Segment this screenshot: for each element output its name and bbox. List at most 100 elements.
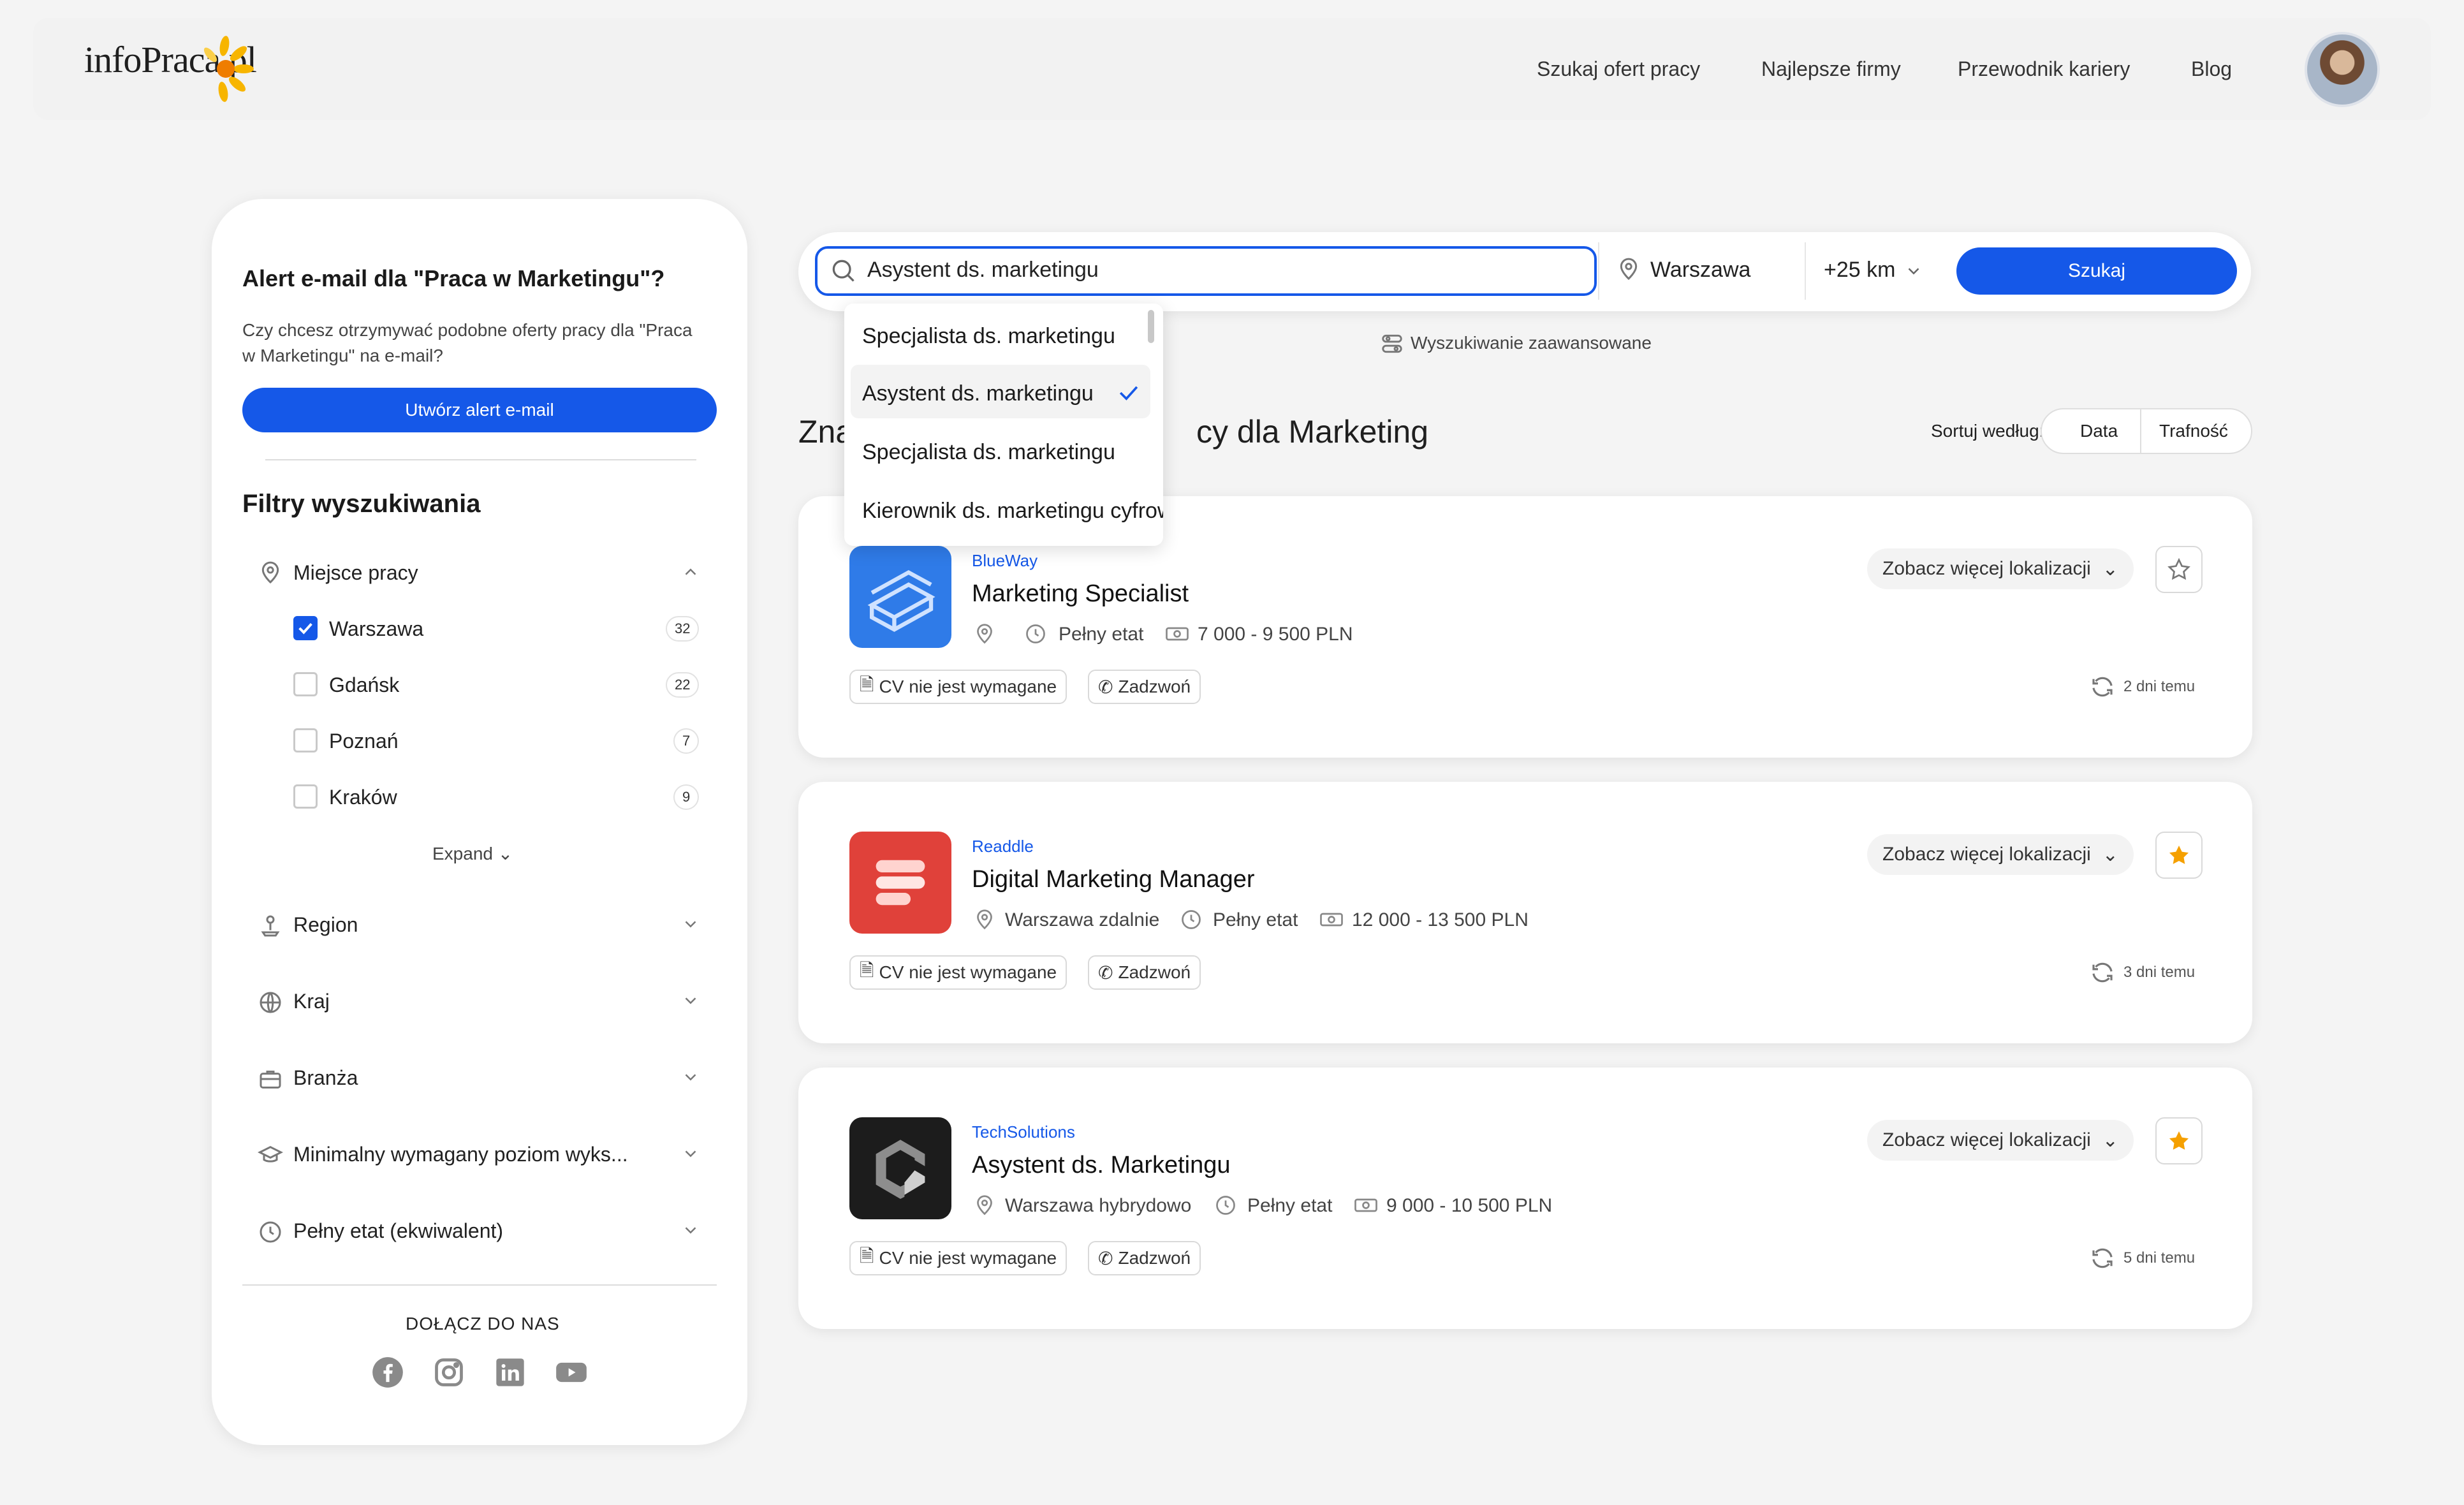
favorite-button[interactable] xyxy=(2155,1117,2203,1164)
tag-label: Zadzwoń xyxy=(1118,677,1191,696)
money-icon xyxy=(1166,627,1189,641)
tag-cv-not-required: 🗎 CV nie jest wymagane xyxy=(849,1241,1067,1275)
salary: 9 000 - 10 500 PLN xyxy=(1386,1195,1553,1216)
company-name[interactable]: TechSolutions xyxy=(972,1122,1075,1142)
expand-label: Expand xyxy=(432,844,493,863)
search-button[interactable]: Szukaj xyxy=(1956,247,2237,295)
checkbox-warszawa[interactable] xyxy=(293,616,318,640)
job-location: Warszawa hybrydowo xyxy=(1005,1195,1192,1216)
nav-blog[interactable]: Blog xyxy=(2191,57,2232,81)
chevron-down-icon: ⌄ xyxy=(2102,1129,2118,1151)
nav-best-companies[interactable]: Najlepsze firmy xyxy=(1761,57,1901,81)
youtube-icon[interactable] xyxy=(555,1356,588,1389)
tag-label: CV nie jest wymagane xyxy=(879,962,1057,982)
job-title[interactable]: Marketing Specialist xyxy=(972,580,1189,608)
suggestion-item[interactable]: Specjalista ds. marketingu xyxy=(862,324,1115,349)
star-filled-icon xyxy=(2169,846,2189,864)
create-alert-button[interactable]: Utwórz alert e-mail xyxy=(242,388,717,432)
sort-relevance-button[interactable]: Trafność xyxy=(2159,421,2228,441)
count-badge: 9 xyxy=(673,784,700,810)
suggestion-item-selected[interactable]: Asystent ds. marketingu xyxy=(862,381,1094,406)
tag-cv-not-required: 🗎 CV nie jest wymagane xyxy=(849,955,1067,990)
posted-time-label: 3 dni temu xyxy=(2123,964,2196,981)
checkbox-gdansk[interactable] xyxy=(293,672,318,696)
search-query[interactable]: Asystent ds. marketingu xyxy=(867,258,1099,283)
radius-select[interactable]: +25 km xyxy=(1824,258,1895,283)
filter-industry-label[interactable]: Branża xyxy=(293,1066,358,1090)
suggestion-item[interactable]: Specjalista ds. marketingu xyxy=(862,440,1115,465)
advanced-filter-icon xyxy=(1382,334,1402,353)
divider xyxy=(265,459,696,460)
scrollbar[interactable] xyxy=(1148,310,1154,343)
chevron-down-icon[interactable] xyxy=(681,914,700,934)
more-locations-button[interactable]: Zobacz więcej lokalizacji ⌄ xyxy=(1867,548,2134,589)
filter-worktime-label[interactable]: Pełny etat (ekwiwalent) xyxy=(293,1219,503,1243)
company-name[interactable]: Readdle xyxy=(972,837,1034,856)
city-label: Gdańsk xyxy=(329,673,400,696)
clock-icon xyxy=(260,1221,281,1243)
document-icon: 🗎 xyxy=(860,1246,874,1266)
divider xyxy=(2140,409,2141,453)
posted-time: 5 dni temu xyxy=(2089,1245,2195,1272)
tag-label: Zadzwoń xyxy=(1118,962,1191,982)
company-name[interactable]: BlueWay xyxy=(972,551,1038,571)
nav-search-jobs[interactable]: Szukaj ofert pracy xyxy=(1537,57,1700,81)
chevron-down-icon[interactable] xyxy=(681,1068,700,1087)
favorite-button[interactable] xyxy=(2155,546,2203,593)
chevron-up-icon[interactable] xyxy=(681,562,700,582)
more-locations-button[interactable]: Zobacz więcej lokalizacji ⌄ xyxy=(1867,834,2134,875)
refresh-icon xyxy=(2092,1248,2113,1268)
more-locations-label: Zobacz więcej lokalizacji xyxy=(1882,844,2091,865)
linkedin-icon[interactable] xyxy=(494,1356,527,1389)
filter-location-label[interactable]: Miejsce pracy xyxy=(293,561,418,585)
location-input[interactable]: Warszawa xyxy=(1650,258,1750,283)
checkbox-krakow[interactable] xyxy=(293,784,318,809)
company-logo xyxy=(849,832,951,934)
filters-title: Filtry wyszukiwania xyxy=(242,490,481,518)
job-title[interactable]: Asystent ds. Marketingu xyxy=(972,1152,1231,1179)
instagram-icon[interactable] xyxy=(432,1356,466,1389)
results-title-end: cy dla Marketing xyxy=(1196,414,1429,450)
phone-icon: ✆ xyxy=(1098,677,1113,697)
job-title[interactable]: Digital Marketing Manager xyxy=(972,866,1255,893)
count-badge: 7 xyxy=(673,728,700,754)
more-locations-label: Zobacz więcej lokalizacji xyxy=(1882,558,2091,579)
location-pin-icon xyxy=(977,1195,992,1215)
chevron-down-icon[interactable] xyxy=(681,1221,700,1240)
chevron-down-icon: ⌄ xyxy=(2102,844,2118,865)
chevron-down-icon[interactable] xyxy=(681,991,700,1010)
tag-label: Zadzwoń xyxy=(1118,1248,1191,1268)
more-locations-button[interactable]: Zobacz więcej lokalizacji ⌄ xyxy=(1867,1120,2134,1161)
chevron-down-icon[interactable] xyxy=(681,1144,700,1163)
location-pin-icon xyxy=(977,624,992,644)
checkbox-poznan[interactable] xyxy=(293,728,318,752)
suggestion-item[interactable]: Kierownik ds. marketingu cyfrowego xyxy=(862,499,1163,524)
filter-country-label[interactable]: Kraj xyxy=(293,990,330,1013)
filter-region-label[interactable]: Region xyxy=(293,913,358,937)
join-us-label: DOŁĄCZ DO NAS xyxy=(406,1314,560,1333)
tag-label: CV nie jest wymagane xyxy=(879,1248,1057,1268)
star-filled-icon xyxy=(2169,1131,2189,1150)
clock-icon xyxy=(1216,1196,1235,1215)
advanced-search-link[interactable]: Wyszukiwanie zaawansowane xyxy=(1411,333,1652,353)
city-label: Poznań xyxy=(329,730,399,752)
nav-career-guide[interactable]: Przewodnik kariery xyxy=(1958,57,2130,81)
facebook-icon[interactable] xyxy=(371,1356,404,1389)
salary: 7 000 - 9 500 PLN xyxy=(1198,624,1353,645)
phone-icon: ✆ xyxy=(1098,962,1113,983)
sort-date-button[interactable]: Data xyxy=(2080,421,2118,441)
user-avatar[interactable] xyxy=(2305,32,2380,107)
posted-time: 3 dni temu xyxy=(2089,959,2195,986)
posted-time-label: 2 dni temu xyxy=(2123,678,2196,695)
posted-time: 2 dni temu xyxy=(2089,673,2195,700)
sidebar xyxy=(212,199,747,1445)
region-icon xyxy=(261,915,280,937)
job-type: Pełny etat xyxy=(1059,624,1144,645)
money-icon xyxy=(1320,913,1343,927)
favorite-button[interactable] xyxy=(2155,832,2203,879)
expand-button[interactable]: Expand ⌄ xyxy=(432,843,513,864)
count-badge: 32 xyxy=(666,616,700,642)
chevron-down-icon[interactable] xyxy=(1904,261,1923,281)
filter-education-label[interactable]: Minimalny wymagany poziom wyks... xyxy=(293,1143,628,1166)
alert-description: Czy chcesz otrzymywać podobne oferty pra… xyxy=(242,320,693,365)
